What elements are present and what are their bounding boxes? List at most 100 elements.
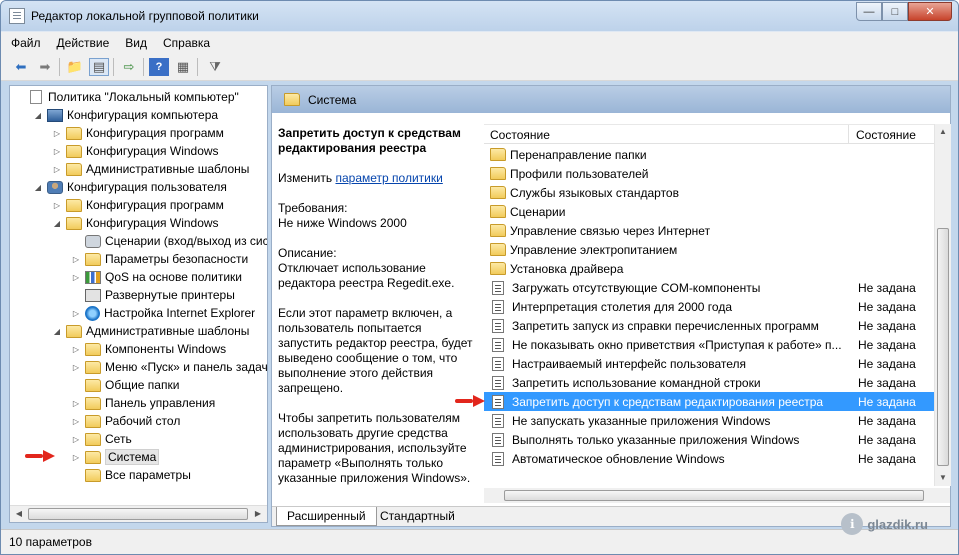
tree-item[interactable]: ▷ Панель управления — [71, 394, 215, 412]
tree-item[interactable]: ▷ Меню «Пуск» и панель задач — [71, 358, 267, 376]
expand-toggle-icon[interactable]: ▷ — [52, 165, 62, 174]
tab-standard[interactable]: Стандартный — [370, 507, 465, 526]
menu-help[interactable]: Справка — [163, 36, 210, 50]
expand-toggle-icon[interactable]: ▷ — [52, 129, 62, 138]
scroll-down-icon[interactable]: ▼ — [935, 470, 951, 486]
folder-icon — [490, 243, 506, 256]
scroll-right-icon[interactable]: ▶ — [250, 507, 266, 521]
tree-item[interactable]: ▷ Система — [71, 448, 160, 466]
tree-item[interactable]: Общие папки — [71, 376, 179, 394]
tree-item-label: Сеть — [105, 432, 132, 446]
tree-item[interactable]: ▷ Настройка Internet Explorer — [71, 304, 255, 322]
scroll-thumb[interactable] — [504, 490, 924, 501]
title-bar[interactable]: Редактор локальной групповой политики — … — [1, 1, 958, 31]
filter-icon[interactable]: ⧩ — [205, 58, 225, 76]
watermark: ℹ glazdik.ru — [841, 513, 928, 535]
tree-item[interactable]: Развернутые принтеры — [71, 286, 235, 304]
tree-item[interactable]: ◢ Конфигурация пользователя — [33, 178, 227, 196]
tree-item[interactable]: ▷ Конфигурация программ — [52, 196, 224, 214]
folder-icon — [85, 414, 101, 428]
list-item-setting[interactable]: Интерпретация столетия для 2000 года Не з… — [484, 297, 934, 316]
list-item-folder[interactable]: Службы языковых стандартов — [484, 183, 934, 202]
app-icon — [9, 8, 25, 24]
tree-item[interactable]: ▷ Конфигурация программ — [52, 124, 224, 142]
expand-toggle-icon[interactable]: ▷ — [71, 417, 81, 426]
settings-list[interactable]: Состояние Состояние Перенаправление папк… — [484, 124, 934, 486]
tree-item[interactable]: ▷ Параметры безопасности — [71, 250, 248, 268]
menu-action[interactable]: Действие — [57, 36, 110, 50]
forward-icon[interactable]: ➡ — [35, 58, 55, 76]
tree-item[interactable]: ▷ Рабочий стол — [71, 412, 180, 430]
show-hide-tree-icon[interactable]: ▤ — [89, 58, 109, 76]
expand-toggle-icon[interactable]: ▷ — [71, 345, 81, 354]
description: Описание: Отключает использование редакто… — [278, 246, 474, 291]
expand-toggle-icon[interactable]: ▷ — [71, 399, 81, 408]
column-state-header[interactable]: Состояние — [856, 128, 916, 142]
scroll-up-icon[interactable]: ▲ — [935, 124, 951, 140]
list-item-setting[interactable]: Автоматическое обновление Windows Не зада… — [484, 449, 934, 468]
export-list-icon[interactable]: ⇨ — [119, 58, 139, 76]
properties-icon[interactable]: ▦ — [173, 58, 193, 76]
list-item-setting[interactable]: Не показывать окно приветствия «Приступа… — [484, 335, 934, 354]
scroll-left-icon[interactable]: ◀ — [11, 507, 27, 521]
menu-view[interactable]: Вид — [125, 36, 147, 50]
list-item-folder[interactable]: Сценарии — [484, 202, 934, 221]
list-item-folder[interactable]: Управление связью через Интернет — [484, 221, 934, 240]
list-item-setting[interactable]: Выполнять только указанные приложения Wi… — [484, 430, 934, 449]
list-item-setting[interactable]: Загружать отсутствующие COM-компоненты Не… — [484, 278, 934, 297]
column-name-header[interactable]: Состояние — [490, 128, 550, 142]
tree-item[interactable]: ◢ Административные шаблоны — [52, 322, 249, 340]
edit-prefix: Изменить — [278, 171, 333, 185]
list-item-setting[interactable]: Настраиваемый интерфейс пользователя Не з… — [484, 354, 934, 373]
expand-toggle-icon[interactable]: ◢ — [52, 327, 62, 336]
list-item-folder[interactable]: Перенаправление папки — [484, 145, 934, 164]
all-settings-icon — [85, 468, 101, 482]
tree-item[interactable]: Политика "Локальный компьютер" — [14, 88, 239, 106]
tree-item[interactable]: ▷ Сеть — [71, 430, 132, 448]
tree-item[interactable]: ◢ Конфигурация Windows — [52, 214, 219, 232]
tree-item[interactable]: Все параметры — [71, 466, 191, 484]
list-vertical-scrollbar[interactable]: ▲ ▼ — [934, 124, 951, 486]
expand-toggle-icon[interactable]: ◢ — [33, 111, 43, 120]
tab-extended[interactable]: Расширенный — [276, 507, 377, 526]
expand-toggle-icon[interactable]: ▷ — [71, 273, 81, 282]
edit-policy-link[interactable]: параметр политики — [335, 171, 442, 185]
help-icon[interactable]: ? — [149, 58, 169, 76]
list-item-setting[interactable]: Запретить запуск из справки перечисленны… — [484, 316, 934, 335]
list-item-folder[interactable]: Профили пользователей — [484, 164, 934, 183]
list-item-setting[interactable]: Запретить использование командной строки… — [484, 373, 934, 392]
list-column-header: Состояние Состояние — [484, 125, 934, 144]
menu-file[interactable]: Файл — [11, 36, 41, 50]
expand-toggle-icon[interactable]: ◢ — [33, 183, 43, 192]
minimize-button[interactable]: — — [856, 2, 882, 21]
list-item-folder[interactable]: Установка драйвера — [484, 259, 934, 278]
back-icon[interactable]: ⬅ — [11, 58, 31, 76]
expand-toggle-icon[interactable]: ▷ — [52, 201, 62, 210]
tree-item[interactable]: Сценарии (вход/выход из систе — [71, 232, 267, 250]
scroll-thumb[interactable] — [937, 228, 949, 466]
tree-item[interactable]: ◢ Конфигурация компьютера — [33, 106, 218, 124]
expand-toggle-icon[interactable]: ▷ — [71, 255, 81, 264]
expand-toggle-icon[interactable]: ▷ — [71, 453, 81, 462]
expand-toggle-icon[interactable]: ▷ — [71, 309, 81, 318]
list-item-setting[interactable]: Запретить доступ к средствам редактирова… — [484, 392, 934, 411]
scroll-thumb[interactable] — [28, 508, 248, 520]
expand-toggle-icon[interactable]: ◢ — [52, 219, 62, 228]
up-folder-icon[interactable]: 📁 — [65, 58, 85, 76]
tree-item[interactable]: ▷ Компоненты Windows — [71, 340, 226, 358]
tree-horizontal-scrollbar[interactable]: ◀ ▶ — [10, 505, 267, 522]
expand-toggle-icon[interactable]: ▷ — [71, 363, 81, 372]
column-divider[interactable] — [848, 125, 849, 144]
list-horizontal-scrollbar[interactable] — [484, 488, 950, 503]
list-item-folder[interactable]: Управление электропитанием — [484, 240, 934, 259]
list-item-setting[interactable]: Не запускать указанные приложения Window… — [484, 411, 934, 430]
tree-item-label: Конфигурация компьютера — [67, 108, 219, 122]
maximize-button[interactable]: □ — [882, 2, 908, 21]
tree-item[interactable]: ▷ Административные шаблоны — [52, 160, 249, 178]
expand-toggle-icon[interactable]: ▷ — [52, 147, 62, 156]
close-button[interactable]: ✕ — [908, 2, 952, 21]
tree-item[interactable]: ▷ Конфигурация Windows — [52, 142, 219, 160]
list-item-name: Запретить использование командной строки — [512, 375, 761, 390]
tree-item[interactable]: ▷ QoS на основе политики — [71, 268, 242, 286]
expand-toggle-icon[interactable]: ▷ — [71, 435, 81, 444]
